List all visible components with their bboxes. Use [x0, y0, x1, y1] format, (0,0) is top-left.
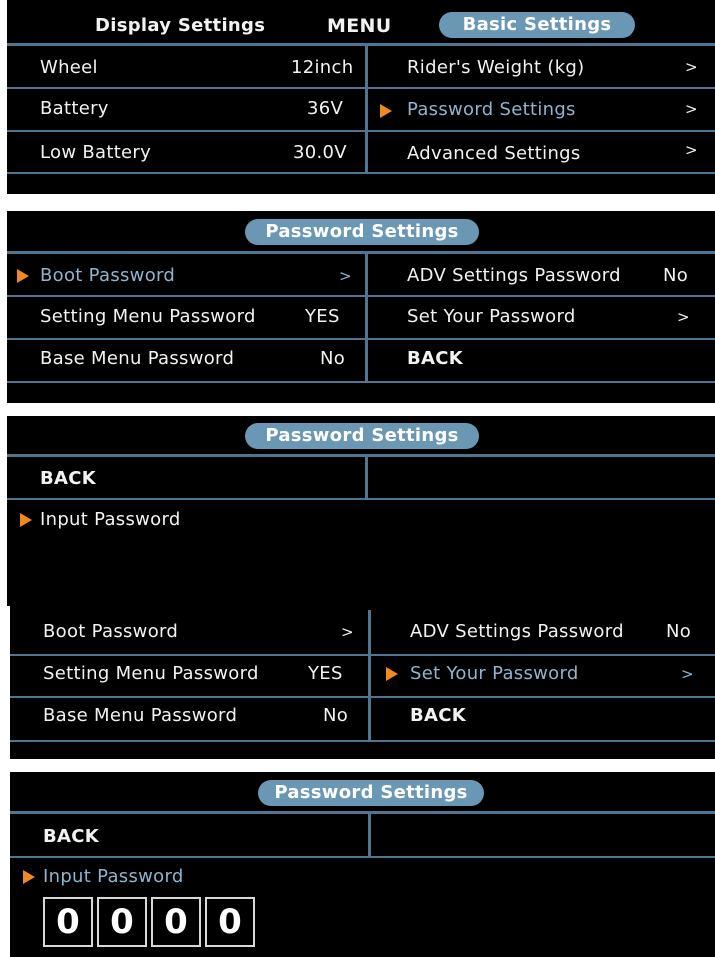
battery-label[interactable]: Battery: [40, 98, 109, 120]
basic-settings-menu-screen: Display Settings MENU Basic Settings Whe…: [7, 0, 715, 194]
set-your-password-screen: Boot Password > Setting Menu Password YE…: [10, 606, 715, 759]
back-button[interactable]: BACK: [43, 826, 99, 848]
column-divider: [365, 43, 368, 173]
battery-value: 36V: [307, 98, 344, 119]
tab-menu[interactable]: MENU: [327, 15, 391, 37]
back-button[interactable]: BACK: [40, 468, 96, 490]
row-divider: [7, 172, 715, 174]
chevron-right-icon: >: [685, 141, 698, 159]
password-input-prompt-screen: Password Settings BACK Input Password: [7, 416, 715, 606]
tab-basic-settings[interactable]: Basic Settings: [439, 12, 635, 38]
setting-menu-password-value: YES: [308, 663, 343, 684]
input-password-label[interactable]: Input Password: [40, 509, 181, 531]
chevron-right-icon: >: [341, 623, 354, 641]
chevron-right-icon: >: [677, 308, 690, 326]
low-battery-value: 30.0V: [293, 142, 347, 163]
low-battery-label[interactable]: Low Battery: [40, 142, 151, 164]
chevron-right-icon: >: [339, 267, 352, 285]
selection-arrow-icon: [386, 667, 398, 681]
row-divider: [7, 381, 715, 383]
column-divider: [368, 811, 371, 856]
selection-arrow-icon: [20, 513, 32, 527]
header-divider: [10, 811, 715, 814]
password-digit-2[interactable]: 0: [97, 897, 147, 947]
base-menu-password-label[interactable]: Base Menu Password: [40, 348, 234, 370]
tab-display-settings[interactable]: Display Settings: [95, 15, 265, 37]
row-divider: [7, 87, 715, 89]
row-divider: [7, 130, 715, 132]
setting-menu-password-value: YES: [305, 306, 340, 327]
password-entry-screen: Password Settings BACK Input Password 0 …: [10, 772, 715, 957]
chevron-right-icon: >: [685, 58, 698, 76]
header-divider: [7, 454, 715, 457]
selection-arrow-icon: [23, 870, 35, 884]
row-divider: [7, 338, 715, 340]
chevron-right-icon: >: [685, 100, 698, 118]
adv-settings-password-label[interactable]: ADV Settings Password: [410, 621, 624, 643]
password-digit-1[interactable]: 0: [43, 897, 93, 947]
row-divider: [10, 856, 715, 858]
column-divider: [365, 454, 368, 498]
adv-settings-password-label[interactable]: ADV Settings Password: [407, 265, 621, 287]
wheel-value: 12inch: [291, 57, 354, 78]
back-button[interactable]: BACK: [407, 348, 463, 370]
setting-menu-password-label[interactable]: Setting Menu Password: [43, 663, 259, 685]
boot-password-label[interactable]: Boot Password: [40, 265, 175, 287]
row-divider: [7, 498, 715, 500]
password-settings-title: Password Settings: [245, 423, 479, 449]
base-menu-password-value: No: [323, 705, 349, 726]
wheel-label[interactable]: Wheel: [40, 57, 98, 79]
adv-settings-password-value: No: [666, 621, 692, 642]
adv-settings-password-value: No: [663, 265, 689, 286]
row-divider: [10, 654, 715, 656]
back-button[interactable]: BACK: [410, 705, 466, 727]
password-settings-label[interactable]: Password Settings: [407, 99, 576, 121]
setting-menu-password-label[interactable]: Setting Menu Password: [40, 306, 256, 328]
password-digit-4[interactable]: 0: [205, 897, 255, 947]
set-your-password-label[interactable]: Set Your Password: [410, 663, 579, 685]
riders-weight-label[interactable]: Rider's Weight (kg): [407, 57, 584, 79]
row-divider: [10, 740, 715, 742]
column-divider: [365, 251, 368, 381]
password-settings-title: Password Settings: [258, 780, 484, 806]
header-divider: [7, 43, 715, 46]
base-menu-password-label[interactable]: Base Menu Password: [43, 705, 237, 727]
advanced-settings-label[interactable]: Advanced Settings: [407, 143, 581, 165]
header-divider: [7, 251, 715, 254]
password-digit-3[interactable]: 0: [151, 897, 201, 947]
column-divider: [368, 610, 371, 742]
selection-arrow-icon: [380, 104, 392, 118]
row-divider: [10, 696, 715, 698]
base-menu-password-value: No: [320, 348, 346, 369]
input-password-label[interactable]: Input Password: [43, 866, 184, 888]
chevron-right-icon: >: [681, 665, 694, 683]
set-your-password-label[interactable]: Set Your Password: [407, 306, 576, 328]
selection-arrow-icon: [17, 269, 29, 283]
row-divider: [7, 295, 715, 297]
password-settings-title: Password Settings: [245, 219, 479, 245]
boot-password-label[interactable]: Boot Password: [43, 621, 178, 643]
password-settings-screen: Password Settings Boot Password > Settin…: [7, 211, 715, 403]
